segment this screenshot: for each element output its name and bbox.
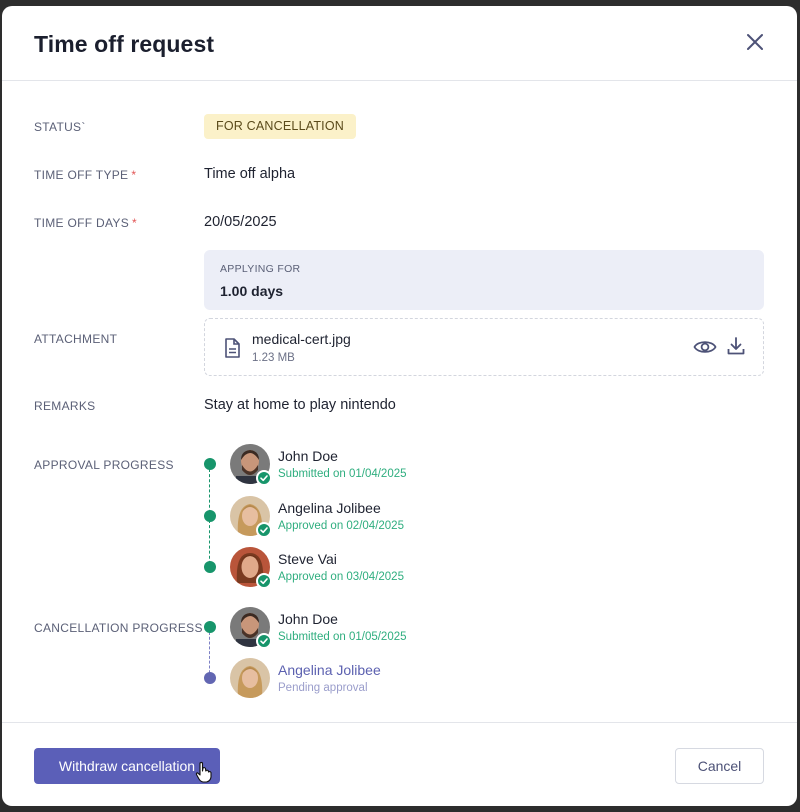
download-icon[interactable] bbox=[726, 336, 746, 356]
approver-status: Approved on 02/04/2025 bbox=[278, 520, 404, 532]
withdraw-cancellation-button[interactable]: Withdraw cancellation bbox=[34, 748, 220, 784]
time-off-days-label-text: TIME OFF DAYS bbox=[34, 216, 130, 230]
avatar bbox=[230, 547, 272, 589]
applying-for-label: APPLYING FOR bbox=[220, 263, 301, 275]
required-mark: * bbox=[131, 168, 137, 182]
hand-cursor-icon bbox=[195, 761, 213, 783]
canceller-status: Pending approval bbox=[278, 682, 368, 694]
check-icon bbox=[256, 573, 272, 589]
dialog-header: Time off request bbox=[2, 6, 797, 81]
timeline-dot bbox=[204, 458, 216, 470]
remarks-value: Stay at home to play nintendo bbox=[204, 397, 396, 413]
eye-icon[interactable] bbox=[693, 337, 717, 357]
time-off-days-value: 20/05/2025 bbox=[204, 214, 277, 230]
dialog-title: Time off request bbox=[34, 31, 215, 57]
cancellation-progress-label: CANCELLATION PROGRESS bbox=[34, 621, 203, 635]
canceller-status: Submitted on 01/05/2025 bbox=[278, 631, 407, 643]
applying-for-value: 1.00 days bbox=[220, 283, 284, 299]
avatar bbox=[230, 607, 272, 649]
required-mark: * bbox=[132, 216, 137, 230]
timeline-dot bbox=[204, 621, 216, 633]
attachment-card: medical-cert.jpg 1.23 MB bbox=[204, 318, 764, 376]
approver-name: Steve Vai bbox=[278, 551, 337, 567]
timeline-dot bbox=[204, 510, 216, 522]
time-off-days-label: TIME OFF DAYS * bbox=[34, 216, 137, 230]
approver-status: Approved on 03/04/2025 bbox=[278, 571, 404, 583]
time-off-type-label-text: TIME OFF TYPE bbox=[34, 168, 129, 182]
check-icon bbox=[256, 522, 272, 538]
check-icon bbox=[256, 470, 272, 486]
file-size: 1.23 MB bbox=[252, 352, 295, 364]
attachment-label: ATTACHMENT bbox=[34, 332, 118, 346]
close-icon[interactable] bbox=[743, 30, 767, 54]
timeline-dot bbox=[204, 672, 216, 684]
time-off-type-label: TIME OFF TYPE * bbox=[34, 168, 136, 182]
time-off-request-dialog: Time off request STATUS` FOR CANCELLATIO… bbox=[2, 6, 797, 806]
timeline-dot bbox=[204, 561, 216, 573]
approval-progress-label: APPROVAL PROGRESS bbox=[34, 458, 174, 472]
check-icon bbox=[256, 633, 272, 649]
applying-for-box: APPLYING FOR 1.00 days bbox=[204, 250, 764, 310]
avatar bbox=[230, 444, 272, 486]
status-badge: FOR CANCELLATION bbox=[204, 114, 356, 139]
time-off-type-value: Time off alpha bbox=[204, 166, 296, 182]
dialog-footer: Withdraw cancellation Cancel bbox=[2, 722, 797, 806]
avatar bbox=[230, 658, 270, 698]
file-name[interactable]: medical-cert.jpg bbox=[252, 331, 351, 347]
canceller-name: John Doe bbox=[278, 611, 338, 627]
approver-name: John Doe bbox=[278, 448, 338, 464]
remarks-label: REMARKS bbox=[34, 399, 96, 413]
approver-name: Angelina Jolibee bbox=[278, 500, 381, 516]
file-icon bbox=[223, 338, 241, 358]
avatar bbox=[230, 496, 272, 538]
approver-status: Submitted on 01/04/2025 bbox=[278, 468, 407, 480]
canceller-name: Angelina Jolibee bbox=[278, 662, 381, 678]
cancel-button[interactable]: Cancel bbox=[675, 748, 764, 784]
status-label: STATUS` bbox=[34, 120, 86, 134]
